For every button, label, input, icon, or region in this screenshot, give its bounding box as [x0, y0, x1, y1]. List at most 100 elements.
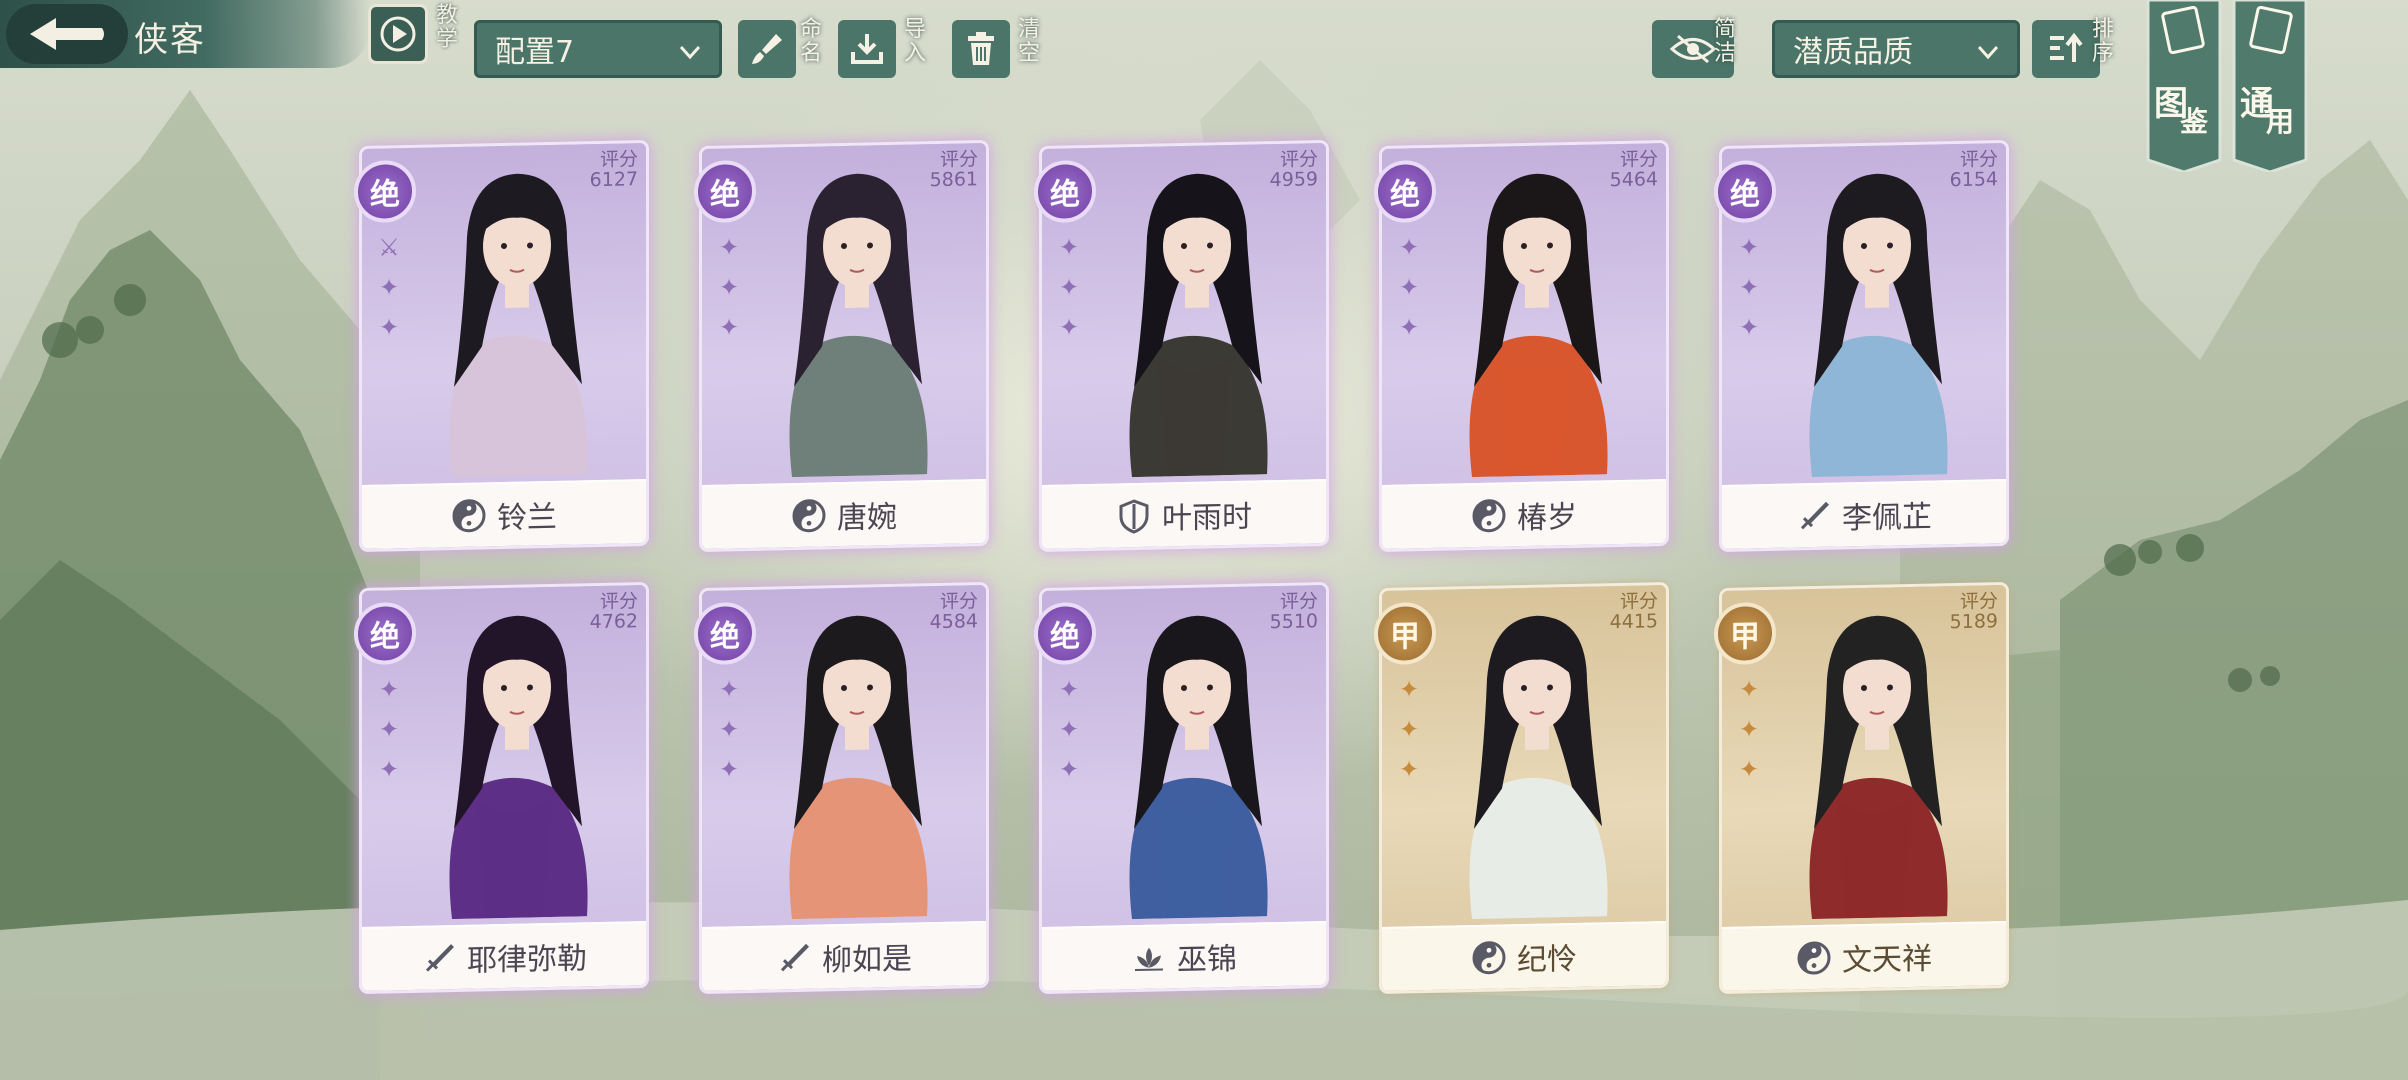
tutorial-button[interactable] — [368, 4, 428, 64]
rename-label: 命名 — [799, 17, 822, 66]
score-label: 评分 — [1959, 590, 1998, 613]
sort-select[interactable]: 潜质品质 — [1772, 20, 2020, 78]
skill-ribbon: ✦ ✦ ✦ — [1730, 222, 1768, 393]
yin-yang-icon — [452, 499, 486, 533]
skill-ribbon: ✦ ✦ ✦ — [1050, 664, 1088, 835]
chevron-down-icon — [1977, 45, 1999, 60]
skill-ribbon: ✦ ✦ ✦ — [1390, 664, 1428, 835]
hero-portrait — [789, 173, 928, 478]
skill-slot-icon: ✦ — [1398, 755, 1420, 784]
skill-slot-icon: ✦ — [718, 755, 740, 784]
hero-card[interactable]: 唐婉 评分 5861 绝 ✦ ✦ ✦ — [694, 143, 986, 549]
import-label: 导入 — [903, 17, 926, 66]
rename-button[interactable] — [738, 20, 796, 78]
yin-yang-icon — [792, 499, 826, 533]
gallery-button[interactable]: 图鉴 — [2146, 0, 2222, 174]
skill-slot-icon: ✦ — [1738, 313, 1760, 342]
skill-slot-icon: ✦ — [378, 675, 400, 704]
skill-slot-icon: ✦ — [1738, 715, 1760, 744]
common-button[interactable]: 通用 — [2232, 0, 2308, 174]
top-bar: 侠客 教学 配置7 命名 导入 清空 简洁 潜质品质 排序 图 鉴 通 用 — [0, 0, 2408, 174]
hero-name: 柳如是 — [822, 941, 912, 979]
hero-name: 椿岁 — [1517, 499, 1577, 537]
skill-ribbon: ✦ ✦ ✦ — [710, 222, 748, 393]
skill-ribbon: ✦ ✦ ✦ — [1050, 222, 1088, 393]
skill-ribbon: ✦ ✦ ✦ — [710, 664, 748, 835]
hero-portrait — [449, 173, 588, 478]
back-button[interactable] — [6, 4, 128, 64]
clear-button[interactable] — [952, 20, 1010, 78]
hero-card[interactable]: 巫锦 评分 5510 绝 ✦ ✦ ✦ — [1034, 585, 1326, 991]
eye-off-icon — [1669, 34, 1717, 64]
shield-icon — [1119, 499, 1149, 534]
score-value: 4584 — [929, 610, 978, 634]
skill-slot-icon: ✦ — [1738, 755, 1760, 784]
clear-label: 清空 — [1017, 17, 1040, 66]
lotus-icon — [1135, 947, 1163, 972]
hero-card[interactable]: 文天祥 评分 5189 甲 ✦ ✦ ✦ — [1714, 585, 2006, 991]
config-select-value: 配置7 — [495, 35, 575, 70]
skill-slot-icon: ✦ — [378, 273, 400, 302]
hero-portrait — [1469, 615, 1608, 920]
hero-card[interactable]: 李佩芷 评分 6154 绝 ✦ ✦ ✦ — [1714, 143, 2006, 549]
yin-yang-icon — [1797, 941, 1831, 975]
score-label: 评分 — [1619, 148, 1658, 171]
score-value: 4959 — [1269, 168, 1318, 192]
skill-slot-icon: ✦ — [1738, 273, 1760, 302]
config-select[interactable]: 配置7 — [474, 20, 722, 78]
hero-card[interactable]: 叶雨时 评分 4959 绝 ✦ ✦ ✦ — [1034, 143, 1326, 549]
hero-portrait — [1469, 173, 1608, 478]
skill-slot-icon: ⚔ — [378, 233, 400, 262]
skill-slot-icon: ✦ — [1058, 313, 1080, 342]
back-arrow-icon — [30, 18, 104, 50]
page-title: 侠客 — [134, 20, 206, 60]
hero-name: 巫锦 — [1177, 941, 1237, 979]
name-plate: 巫锦 — [1042, 921, 1326, 991]
hero-card[interactable]: 椿岁 评分 5464 绝 ✦ ✦ ✦ — [1374, 143, 1666, 549]
trash-icon — [968, 32, 994, 65]
hero-card[interactable]: 纪怜 评分 4415 甲 ✦ ✦ ✦ — [1374, 585, 1666, 991]
yin-yang-icon — [1472, 499, 1506, 533]
skill-ribbon: ✦ ✦ ✦ — [1730, 664, 1768, 835]
hero-name: 耶律弥勒 — [467, 941, 587, 979]
skill-slot-icon: ✦ — [378, 313, 400, 342]
hero-portrait — [789, 615, 928, 920]
skill-slot-icon: ✦ — [1398, 675, 1420, 704]
score-value: 4762 — [589, 610, 638, 634]
import-button[interactable] — [838, 20, 896, 78]
download-icon — [851, 34, 883, 64]
sword-icon — [1800, 501, 1829, 530]
hero-card[interactable]: 柳如是 评分 4584 绝 ✦ ✦ ✦ — [694, 585, 986, 991]
brush-icon — [752, 34, 782, 64]
hero-portrait — [1809, 173, 1948, 478]
skill-slot-icon: ✦ — [1058, 755, 1080, 784]
skill-slot-icon: ✦ — [1398, 273, 1420, 302]
score-label: 评分 — [1279, 148, 1318, 171]
sort-select-value: 潜质品质 — [1793, 35, 1913, 70]
hero-card[interactable]: 铃兰 评分 6127 绝 ⚔ ✦ ✦ — [354, 143, 646, 549]
skill-slot-icon: ✦ — [1738, 233, 1760, 262]
skill-ribbon: ✦ ✦ ✦ — [370, 664, 408, 835]
score-label: 评分 — [939, 590, 978, 613]
score-label: 评分 — [939, 148, 978, 171]
score-value: 4415 — [1609, 610, 1658, 634]
skill-slot-icon: ✦ — [1398, 313, 1420, 342]
hero-name: 纪怜 — [1517, 941, 1577, 979]
hero-portrait — [1129, 173, 1268, 478]
skill-slot-icon: ✦ — [1398, 715, 1420, 744]
skill-slot-icon: ✦ — [1058, 715, 1080, 744]
name-plate: 耶律弥勒 — [362, 921, 646, 991]
score-label: 评分 — [599, 148, 638, 171]
name-plate: 叶雨时 — [1042, 479, 1326, 549]
skill-ribbon: ⚔ ✦ ✦ — [370, 222, 408, 393]
skill-slot-icon: ✦ — [1738, 675, 1760, 704]
name-plate: 柳如是 — [702, 921, 986, 991]
tutorial-label: 教学 — [435, 3, 458, 52]
score-value: 5464 — [1609, 168, 1658, 192]
skill-slot-icon: ✦ — [718, 273, 740, 302]
hero-card[interactable]: 耶律弥勒 评分 4762 绝 ✦ ✦ ✦ — [354, 585, 646, 991]
name-plate: 铃兰 — [362, 479, 646, 549]
hero-name: 叶雨时 — [1162, 499, 1252, 537]
hero-name: 唐婉 — [837, 499, 897, 537]
play-icon — [380, 16, 416, 52]
